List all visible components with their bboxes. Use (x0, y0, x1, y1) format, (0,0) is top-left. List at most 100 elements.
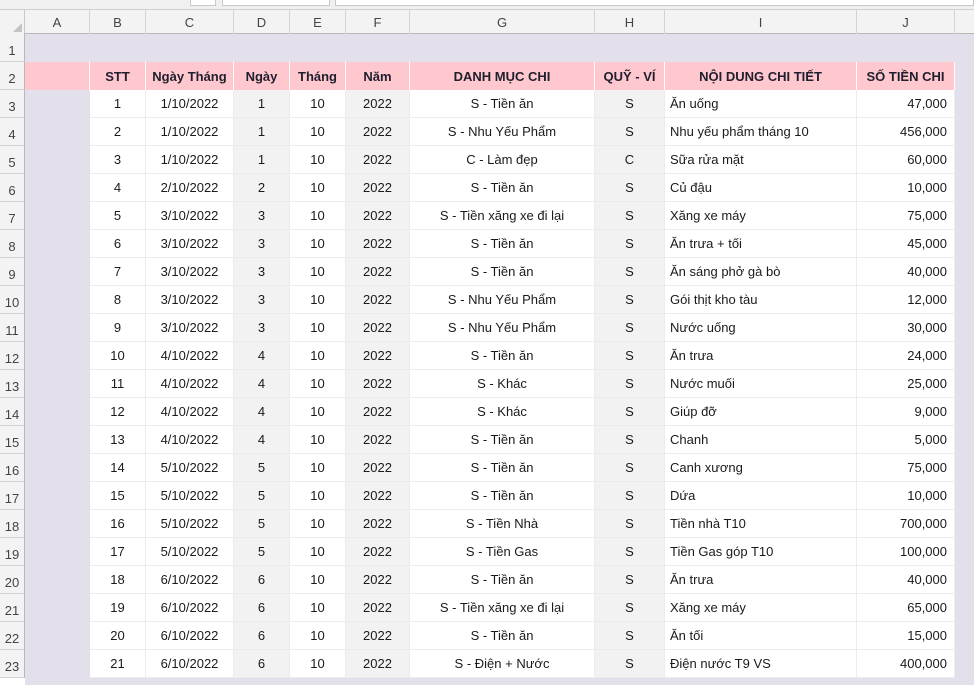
cell-day[interactable]: 6 (234, 622, 290, 650)
cell-detail[interactable]: Xăng xe máy (665, 594, 857, 622)
cell-stt[interactable]: 16 (90, 510, 146, 538)
cell-year[interactable]: 2022 (346, 650, 410, 678)
cell-year[interactable]: 2022 (346, 286, 410, 314)
empty-cell-a[interactable] (25, 258, 90, 286)
cell-year[interactable]: 2022 (346, 538, 410, 566)
cell-date[interactable]: 4/10/2022 (146, 426, 234, 454)
cell-day[interactable]: 4 (234, 426, 290, 454)
cell-category[interactable]: S - Tiền ăn (410, 174, 595, 202)
cell-wallet[interactable]: S (595, 566, 665, 594)
cell-year[interactable]: 2022 (346, 314, 410, 342)
cell-amount[interactable]: 400,000 (857, 650, 955, 678)
cell-year[interactable]: 2022 (346, 174, 410, 202)
cell-date[interactable]: 3/10/2022 (146, 314, 234, 342)
row-header-21[interactable]: 21 (0, 594, 25, 622)
row-header-5[interactable]: 5 (0, 146, 25, 174)
cell-date[interactable]: 1/10/2022 (146, 146, 234, 174)
header-cell-day[interactable]: Ngày (234, 62, 290, 90)
cell-stt[interactable]: 9 (90, 314, 146, 342)
cell-stt[interactable]: 2 (90, 118, 146, 146)
cell-amount[interactable]: 12,000 (857, 286, 955, 314)
cell-date[interactable]: 3/10/2022 (146, 258, 234, 286)
cell-month[interactable]: 10 (290, 286, 346, 314)
cell-stt[interactable]: 8 (90, 286, 146, 314)
header-cell-amount[interactable]: SỐ TIỀN CHI (857, 62, 955, 90)
empty-cell-a[interactable] (25, 230, 90, 258)
cell-year[interactable]: 2022 (346, 118, 410, 146)
row-header-22[interactable]: 22 (0, 622, 25, 650)
cell-category[interactable]: S - Tiền ăn (410, 258, 595, 286)
column-header-f[interactable]: F (346, 10, 410, 34)
cell-wallet[interactable]: S (595, 454, 665, 482)
cell-day[interactable]: 2 (234, 174, 290, 202)
cell-year[interactable]: 2022 (346, 594, 410, 622)
row-header-10[interactable]: 10 (0, 286, 25, 314)
cell-stt[interactable]: 17 (90, 538, 146, 566)
cell-stt[interactable]: 20 (90, 622, 146, 650)
header-cell-wallet[interactable]: QUỸ - VÍ (595, 62, 665, 90)
cell-detail[interactable]: Ăn trưa (665, 566, 857, 594)
cell-date[interactable]: 2/10/2022 (146, 174, 234, 202)
cell-wallet[interactable]: S (595, 314, 665, 342)
formula-bar[interactable] (335, 0, 974, 6)
row-header-4[interactable]: 4 (0, 118, 25, 146)
cell-stt[interactable]: 6 (90, 230, 146, 258)
cell-detail[interactable]: Củ đậu (665, 174, 857, 202)
cell-month[interactable]: 10 (290, 146, 346, 174)
cell-detail[interactable]: Tiền Gas góp T10 (665, 538, 857, 566)
cell-amount[interactable]: 9,000 (857, 398, 955, 426)
empty-cell-a[interactable] (25, 510, 90, 538)
empty-cell-a[interactable] (25, 566, 90, 594)
cell-wallet[interactable]: S (595, 342, 665, 370)
cell-date[interactable]: 4/10/2022 (146, 370, 234, 398)
cell-stt[interactable]: 13 (90, 426, 146, 454)
cell-month[interactable]: 10 (290, 594, 346, 622)
column-header-g[interactable]: G (410, 10, 595, 34)
cell-date[interactable]: 5/10/2022 (146, 482, 234, 510)
cell-date[interactable]: 3/10/2022 (146, 286, 234, 314)
cell-day[interactable]: 1 (234, 118, 290, 146)
empty-cell-a[interactable] (25, 202, 90, 230)
cell-category[interactable]: S - Nhu Yếu Phẩm (410, 314, 595, 342)
cell-detail[interactable]: Tiền nhà T10 (665, 510, 857, 538)
cell-category[interactable]: S - Tiền ăn (410, 566, 595, 594)
cell-month[interactable]: 10 (290, 370, 346, 398)
cell-amount[interactable]: 24,000 (857, 342, 955, 370)
cell-day[interactable]: 5 (234, 454, 290, 482)
cell-category[interactable]: S - Tiền ăn (410, 230, 595, 258)
empty-cell-a[interactable] (25, 90, 90, 118)
column-header-a[interactable]: A (25, 10, 90, 34)
empty-cell-a[interactable] (25, 146, 90, 174)
cell-stt[interactable]: 1 (90, 90, 146, 118)
cell-month[interactable]: 10 (290, 258, 346, 286)
cell-month[interactable]: 10 (290, 202, 346, 230)
select-all-corner[interactable] (0, 10, 25, 34)
name-box[interactable] (222, 0, 330, 6)
cell-category[interactable]: S - Nhu Yếu Phẩm (410, 286, 595, 314)
cell-wallet[interactable]: S (595, 230, 665, 258)
cell-day[interactable]: 4 (234, 370, 290, 398)
cell-date[interactable]: 6/10/2022 (146, 622, 234, 650)
row-header-11[interactable]: 11 (0, 314, 25, 342)
cell-wallet[interactable]: S (595, 398, 665, 426)
cell-wallet[interactable]: S (595, 622, 665, 650)
cell-year[interactable]: 2022 (346, 482, 410, 510)
cell-wallet[interactable]: S (595, 90, 665, 118)
cell-date[interactable]: 6/10/2022 (146, 566, 234, 594)
empty-cell-a[interactable] (25, 342, 90, 370)
cell-amount[interactable]: 456,000 (857, 118, 955, 146)
cell-wallet[interactable]: S (595, 370, 665, 398)
cell-detail[interactable]: Dứa (665, 482, 857, 510)
cell-wallet[interactable]: S (595, 258, 665, 286)
empty-cell-a[interactable] (25, 482, 90, 510)
cell-amount[interactable]: 75,000 (857, 454, 955, 482)
cell-month[interactable]: 10 (290, 90, 346, 118)
cell-day[interactable]: 3 (234, 230, 290, 258)
cell-year[interactable]: 2022 (346, 342, 410, 370)
empty-cell-a[interactable] (25, 538, 90, 566)
cell-category[interactable]: S - Khác (410, 398, 595, 426)
cell-stt[interactable]: 14 (90, 454, 146, 482)
empty-cell-a[interactable] (25, 594, 90, 622)
cell-category[interactable]: S - Tiền Nhà (410, 510, 595, 538)
cell-month[interactable]: 10 (290, 118, 346, 146)
